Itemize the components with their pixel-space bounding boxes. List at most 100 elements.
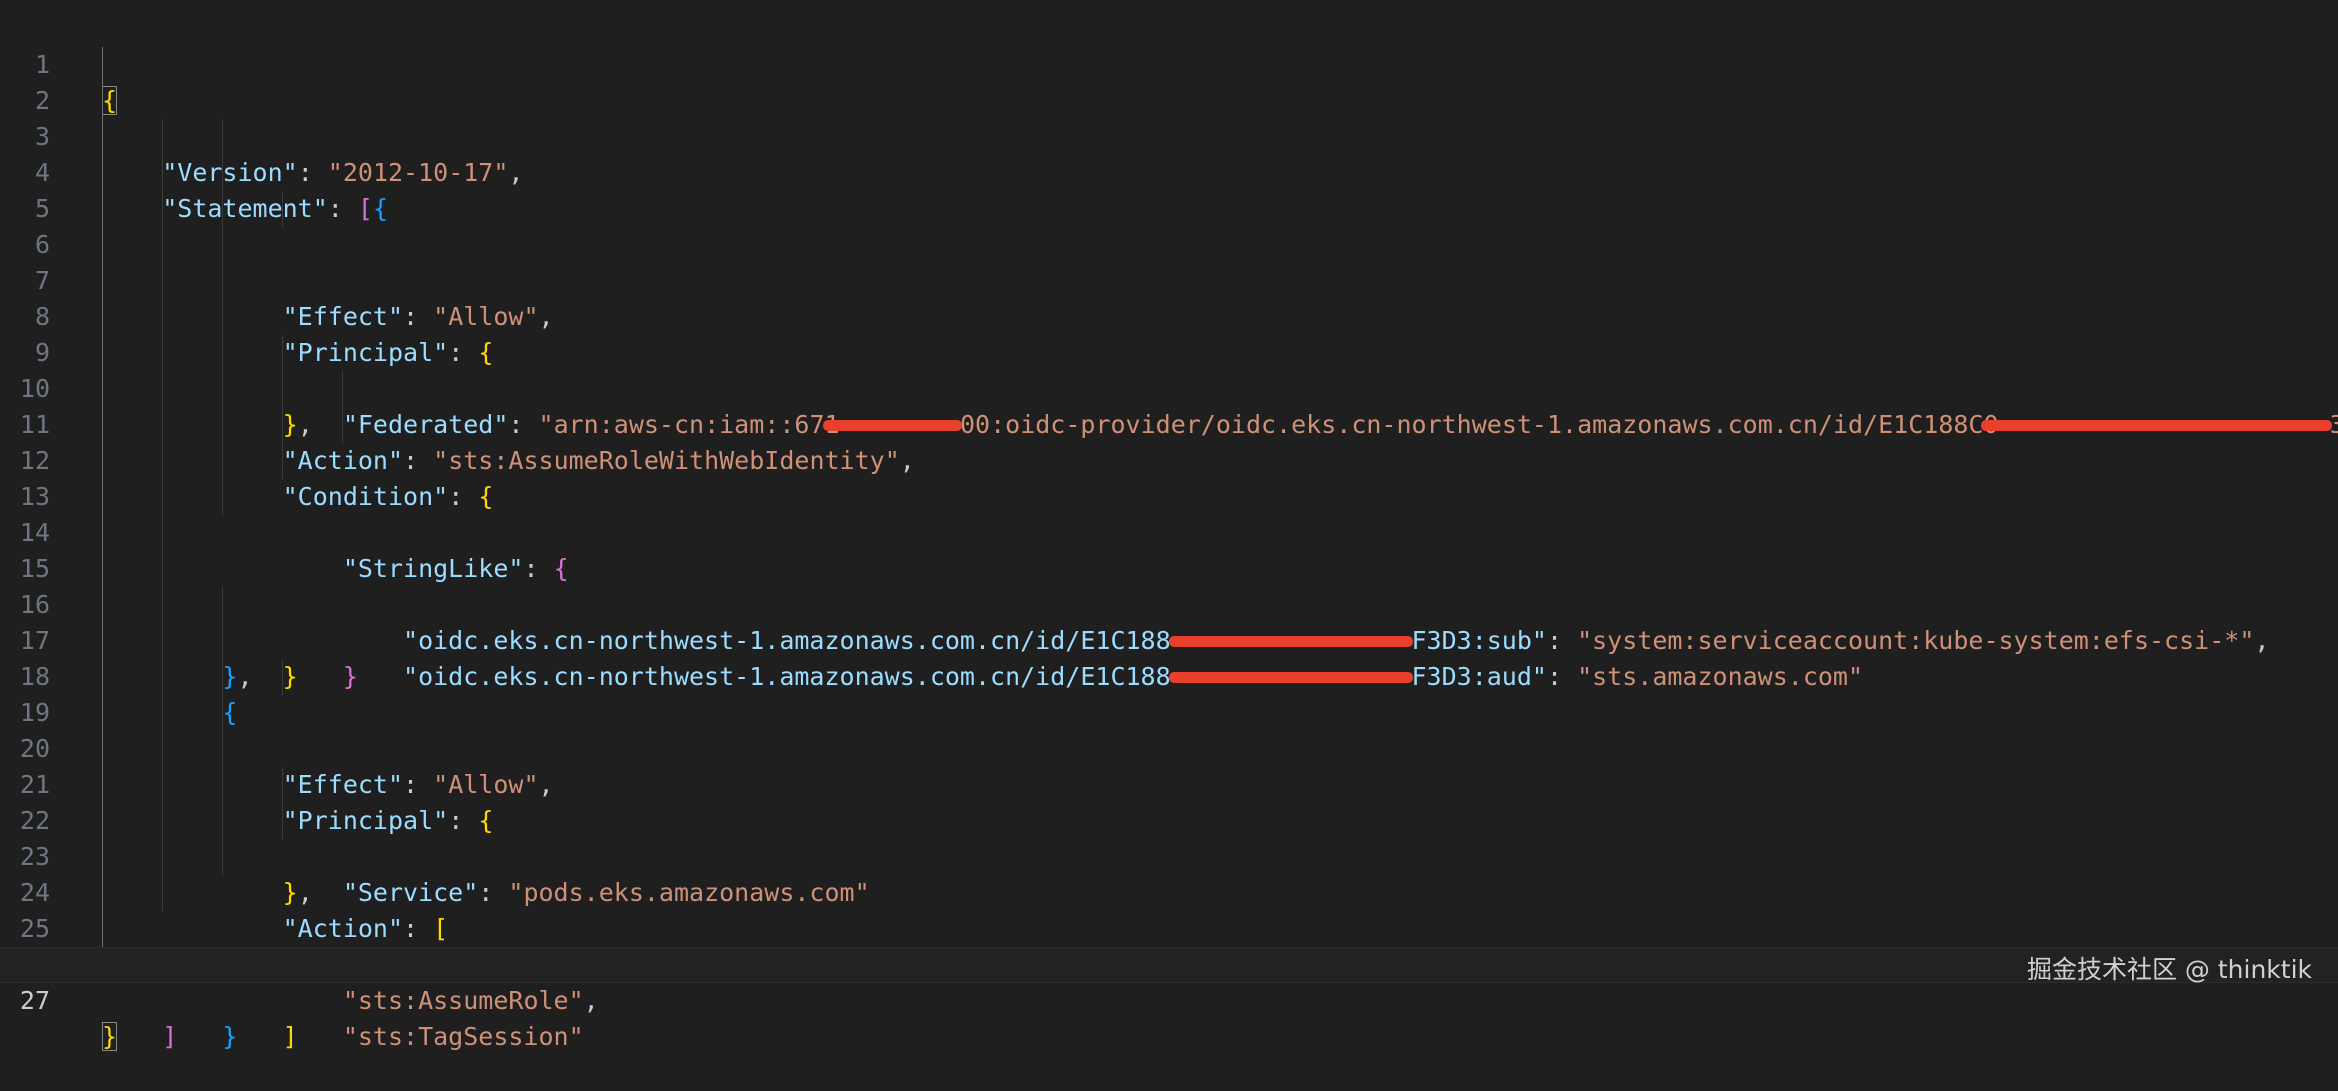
indent-guide bbox=[222, 479, 223, 515]
code-line[interactable]: 21 "Action": [ bbox=[0, 731, 2338, 943]
code-line[interactable]: 13 } bbox=[0, 443, 2338, 691]
indent-guide bbox=[282, 659, 283, 695]
indent-guide bbox=[162, 371, 163, 407]
indent-guide bbox=[222, 119, 223, 155]
code-line[interactable]: 20 }, bbox=[0, 695, 2338, 907]
indent-guide bbox=[102, 47, 103, 83]
code-line[interactable]: 15 }, bbox=[0, 515, 2338, 691]
indent-guide bbox=[222, 803, 223, 839]
indent-guide bbox=[222, 623, 223, 659]
json-string: "sts:TagSession" bbox=[342, 1022, 584, 1051]
code-line[interactable]: 5 "Principal": { bbox=[0, 155, 2338, 367]
indent-guide bbox=[102, 227, 103, 263]
indent-guide bbox=[162, 335, 163, 371]
code-line[interactable]: 25 } bbox=[0, 875, 2338, 1051]
indent-guide bbox=[102, 119, 103, 155]
indent-guide bbox=[102, 767, 103, 803]
indent-guide bbox=[282, 335, 283, 371]
code-line[interactable]: 19 "Service": "pods.eks.amazonaws.com" bbox=[0, 659, 2338, 907]
indent-guide bbox=[162, 695, 163, 731]
indent-guide bbox=[162, 119, 163, 155]
indent-guide bbox=[162, 515, 163, 551]
indent-guide bbox=[222, 407, 223, 443]
code-line[interactable]: 16 { bbox=[0, 551, 2338, 727]
watermark: 掘金技术社区 @ thinktik bbox=[2026, 955, 2312, 984]
indent-guide bbox=[102, 695, 103, 731]
indent-guide bbox=[162, 803, 163, 839]
indent-guide bbox=[162, 623, 163, 659]
indent-guide bbox=[162, 443, 163, 479]
indent-guide bbox=[222, 191, 223, 227]
indent-guide bbox=[162, 407, 163, 443]
indent-guide bbox=[162, 839, 163, 875]
code-line[interactable]: 8 "Action": "sts:AssumeRoleWithWebIdenti… bbox=[0, 263, 2338, 475]
indent-guide bbox=[282, 767, 283, 803]
indent-guide bbox=[102, 263, 103, 299]
indent-guide bbox=[282, 443, 283, 479]
code-line[interactable]: 26 ] bbox=[0, 911, 2338, 1051]
code-line[interactable]: 14 } bbox=[0, 479, 2338, 691]
code-line[interactable]: 22 "sts:AssumeRole", bbox=[0, 767, 2338, 1015]
code-line[interactable]: 18 "Principal": { bbox=[0, 623, 2338, 835]
indent-guide bbox=[162, 731, 163, 767]
indent-guide bbox=[282, 407, 283, 443]
indent-guide bbox=[102, 551, 103, 587]
brace: } bbox=[102, 1022, 118, 1051]
indent-guide bbox=[222, 767, 223, 803]
line-number: 27 bbox=[19, 986, 50, 1015]
indent-guide bbox=[102, 335, 103, 371]
code-line[interactable]: 2 "Version": "2012-10-17", bbox=[0, 47, 2338, 187]
code-line[interactable]: 11 "oidc.eks.cn-northwest-1.amazonaws.co… bbox=[0, 371, 2338, 655]
code-line[interactable]: 3 "Statement": [{ bbox=[0, 83, 2338, 223]
indent-guide bbox=[222, 155, 223, 191]
code-line[interactable]: 1 { bbox=[0, 11, 2338, 115]
indent-guide bbox=[162, 551, 163, 587]
code-line[interactable]: 23 "sts:TagSession" bbox=[0, 803, 2338, 1051]
code-line[interactable]: 10 "StringLike": { bbox=[0, 335, 2338, 583]
indent-guide bbox=[102, 875, 103, 911]
code-editor[interactable]: 1 { 2 "Version": "2012-10-17", 3 "Statem… bbox=[0, 11, 2338, 1051]
indent-guide bbox=[342, 371, 343, 407]
indent-guide bbox=[102, 443, 103, 479]
indent-guide bbox=[222, 371, 223, 407]
code-line[interactable]: 6 "Federated": "arn:aws-cn:iam::671 00:o… bbox=[0, 191, 2338, 439]
indent-guide bbox=[102, 407, 103, 443]
indent-guide bbox=[102, 191, 103, 227]
indent-guide bbox=[222, 839, 223, 875]
indent-guide bbox=[222, 695, 223, 731]
indent-guide bbox=[162, 767, 163, 803]
indent-guide bbox=[102, 83, 103, 119]
json-string: "sts:AssumeRole" bbox=[342, 986, 584, 1015]
indent-guide bbox=[162, 263, 163, 299]
indent-guide bbox=[222, 731, 223, 767]
indent-guide bbox=[222, 659, 223, 695]
code-line[interactable]: 7 }, bbox=[0, 227, 2338, 439]
indent-guide bbox=[102, 479, 103, 515]
indent-guide bbox=[162, 155, 163, 191]
indent-guide bbox=[102, 911, 103, 947]
indent-guide bbox=[102, 155, 103, 191]
code-line[interactable]: 17 "Effect": "Allow", bbox=[0, 587, 2338, 799]
indent-guide bbox=[222, 227, 223, 263]
code-line[interactable]: 9 "Condition": { bbox=[0, 299, 2338, 511]
code-line[interactable]: 24 ] bbox=[0, 839, 2338, 1051]
indent-guide bbox=[102, 839, 103, 875]
indent-guide bbox=[222, 335, 223, 371]
code-line[interactable]: 12 "oidc.eks.cn-northwest-1.amazonaws.co… bbox=[0, 407, 2338, 691]
indent-guide bbox=[222, 299, 223, 335]
indent-guide bbox=[282, 371, 283, 407]
indent-guide bbox=[102, 803, 103, 839]
code-line[interactable]: 4 "Effect": "Allow", bbox=[0, 119, 2338, 331]
indent-guide bbox=[102, 731, 103, 767]
indent-guide bbox=[222, 443, 223, 479]
indent-guide bbox=[162, 587, 163, 623]
indent-guide bbox=[102, 587, 103, 623]
indent-guide bbox=[222, 587, 223, 623]
indent-guide bbox=[102, 515, 103, 551]
indent-guide bbox=[102, 623, 103, 659]
indent-guide bbox=[102, 299, 103, 335]
code-line-current[interactable]: 27 } bbox=[0, 947, 2338, 1051]
indent-guide bbox=[102, 659, 103, 695]
indent-guide bbox=[102, 371, 103, 407]
indent-guide bbox=[342, 407, 343, 443]
